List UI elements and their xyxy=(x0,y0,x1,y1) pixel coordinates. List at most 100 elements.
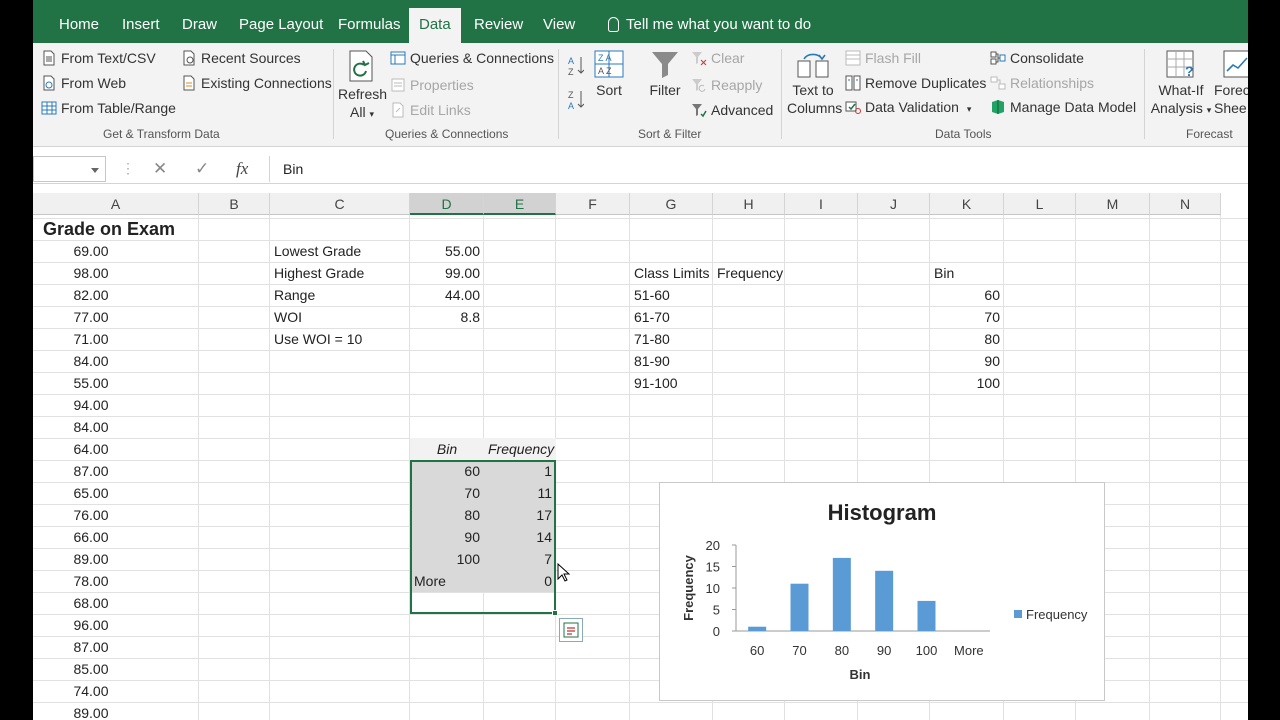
flash-fill-button[interactable]: Flash Fill xyxy=(845,49,921,67)
bin-cell[interactable]: 90 xyxy=(934,350,1000,372)
freq-table-frequency-cell[interactable]: 11 xyxy=(488,482,552,504)
existing-connections-button[interactable]: Existing Connections xyxy=(181,74,332,92)
freq-table-bin-cell[interactable]: 100 xyxy=(414,548,480,570)
stat-value[interactable]: 99.00 xyxy=(414,262,480,284)
grade-cell[interactable]: 84.00 xyxy=(37,416,195,438)
freq-table-frequency-cell[interactable]: 1 xyxy=(488,460,552,482)
tell-me-search[interactable]: Tell me what you want to do xyxy=(608,8,811,43)
column-header-a[interactable]: A xyxy=(33,193,199,215)
column-header-l[interactable]: L xyxy=(1004,193,1076,215)
bin-cell[interactable]: 60 xyxy=(934,284,1000,306)
tab-page-layout[interactable]: Page Layout xyxy=(229,8,333,43)
insert-function-icon[interactable]: fx xyxy=(236,159,248,179)
from-text-csv-button[interactable]: From Text/CSV xyxy=(41,49,156,67)
tab-data[interactable]: Data xyxy=(409,8,461,43)
freq-table-bin-cell[interactable]: More xyxy=(414,570,480,592)
tab-home[interactable]: Home xyxy=(49,8,109,43)
grade-cell[interactable]: 74.00 xyxy=(37,680,195,702)
sort-z-a-button[interactable]: ZA xyxy=(568,89,585,115)
freq-table-frequency-cell[interactable]: 17 xyxy=(488,504,552,526)
relationships-button[interactable]: Relationships xyxy=(990,74,1094,92)
freq-table-frequency-cell[interactable]: 0 xyxy=(488,570,552,592)
column-header-f[interactable]: F xyxy=(556,193,630,215)
grade-cell[interactable]: 66.00 xyxy=(37,526,195,548)
column-header-k[interactable]: K xyxy=(930,193,1004,215)
class-limit-cell[interactable]: 71-80 xyxy=(634,328,709,350)
grade-cell[interactable]: 89.00 xyxy=(37,548,195,570)
grade-cell[interactable]: 87.00 xyxy=(37,636,195,658)
queries-connections-button[interactable]: Queries & Connections xyxy=(390,49,554,67)
column-header-n[interactable]: N xyxy=(1150,193,1221,215)
cancel-icon[interactable]: ✕ xyxy=(153,159,167,179)
enter-check-icon[interactable]: ✓ xyxy=(195,159,209,179)
column-header-b[interactable]: B xyxy=(199,193,270,215)
grade-cell[interactable]: 65.00 xyxy=(37,482,195,504)
recent-sources-button[interactable]: Recent Sources xyxy=(181,49,301,67)
cell-a-header[interactable]: Grade on Exam xyxy=(43,217,243,241)
freq-table-bin-cell[interactable]: 70 xyxy=(414,482,480,504)
filter-button[interactable]: Filter xyxy=(645,49,685,99)
column-header-g[interactable]: G xyxy=(630,193,713,215)
column-header-d[interactable]: D xyxy=(410,193,484,215)
refresh-all-button[interactable]: Refresh All ▾ xyxy=(338,49,387,123)
edit-links-button[interactable]: Edit Links xyxy=(390,101,471,119)
grade-cell[interactable]: 69.00 xyxy=(37,240,195,262)
grade-cell[interactable]: 76.00 xyxy=(37,504,195,526)
quick-analysis-button[interactable] xyxy=(559,618,583,642)
stat-value[interactable] xyxy=(414,328,480,350)
column-header-j[interactable]: J xyxy=(858,193,930,215)
advanced-filter-button[interactable]: Advanced xyxy=(691,101,773,119)
freq-table-frequency-cell[interactable]: 14 xyxy=(488,526,552,548)
grade-cell[interactable]: 96.00 xyxy=(37,614,195,636)
grade-cell[interactable]: 78.00 xyxy=(37,570,195,592)
manage-data-model-button[interactable]: Manage Data Model xyxy=(990,98,1136,116)
column-header-i[interactable]: I xyxy=(785,193,858,215)
consolidate-button[interactable]: Consolidate xyxy=(990,49,1084,67)
frequency-header[interactable]: Frequency xyxy=(717,262,783,284)
grade-cell[interactable]: 84.00 xyxy=(37,350,195,372)
properties-button[interactable]: Properties xyxy=(390,76,474,94)
grade-cell[interactable]: 71.00 xyxy=(37,328,195,350)
fill-handle[interactable] xyxy=(552,610,558,616)
grade-cell[interactable]: 87.00 xyxy=(37,460,195,482)
column-header-e[interactable]: E xyxy=(484,193,556,215)
sort-a-z-button[interactable]: AZ xyxy=(568,55,585,81)
grade-cell[interactable]: 94.00 xyxy=(37,394,195,416)
stat-label[interactable]: Highest Grade xyxy=(274,262,406,284)
column-header-h[interactable]: H xyxy=(713,193,785,215)
tab-review[interactable]: Review xyxy=(464,8,533,43)
bin-cell[interactable]: 80 xyxy=(934,328,1000,350)
formula-input[interactable]: Bin xyxy=(269,156,1248,182)
stat-value[interactable]: 55.00 xyxy=(414,240,480,262)
stat-label[interactable]: Lowest Grade xyxy=(274,240,406,262)
grade-cell[interactable]: 77.00 xyxy=(37,306,195,328)
sort-button[interactable]: Z A A Z Sort xyxy=(590,49,628,99)
stat-label[interactable]: WOI xyxy=(274,306,406,328)
freq-table-bin-cell[interactable]: 60 xyxy=(414,460,480,482)
tab-insert[interactable]: Insert xyxy=(112,8,170,43)
from-web-button[interactable]: From Web xyxy=(41,74,126,92)
column-header-c[interactable]: C xyxy=(270,193,410,215)
freq-table-bin-cell[interactable]: 80 xyxy=(414,504,480,526)
bin-header[interactable]: Bin xyxy=(934,262,1000,284)
reapply-button[interactable]: Reapply xyxy=(691,76,762,94)
column-header-m[interactable]: M xyxy=(1076,193,1150,215)
class-limit-cell[interactable]: 91-100 xyxy=(634,372,709,394)
remove-duplicates-button[interactable]: Remove Duplicates xyxy=(845,74,986,92)
freq-table-frequency-header[interactable]: Frequency xyxy=(488,438,554,460)
histogram-chart[interactable]: Histogram 0 5 10 15 20 60 70 80 90 100 More Bin Frequ… xyxy=(659,482,1105,701)
grade-cell[interactable]: 89.00 xyxy=(37,702,195,720)
text-to-columns-button[interactable]: Text to Columns xyxy=(787,49,842,117)
clear-filter-button[interactable]: Clear xyxy=(691,49,744,67)
bin-cell[interactable]: 70 xyxy=(934,306,1000,328)
tab-draw[interactable]: Draw xyxy=(172,8,227,43)
class-limit-cell[interactable]: 81-90 xyxy=(634,350,709,372)
bin-cell[interactable]: 100 xyxy=(934,372,1000,394)
freq-table-bin-header[interactable]: Bin xyxy=(414,438,480,460)
stat-label[interactable]: Use WOI = 10 xyxy=(274,328,406,350)
grade-cell[interactable]: 98.00 xyxy=(37,262,195,284)
grade-cell[interactable]: 68.00 xyxy=(37,592,195,614)
grade-cell[interactable]: 82.00 xyxy=(37,284,195,306)
freq-table-bin-cell[interactable]: 90 xyxy=(414,526,480,548)
what-if-analysis-button[interactable]: ? What-If Analysis ▾ xyxy=(1148,49,1214,119)
